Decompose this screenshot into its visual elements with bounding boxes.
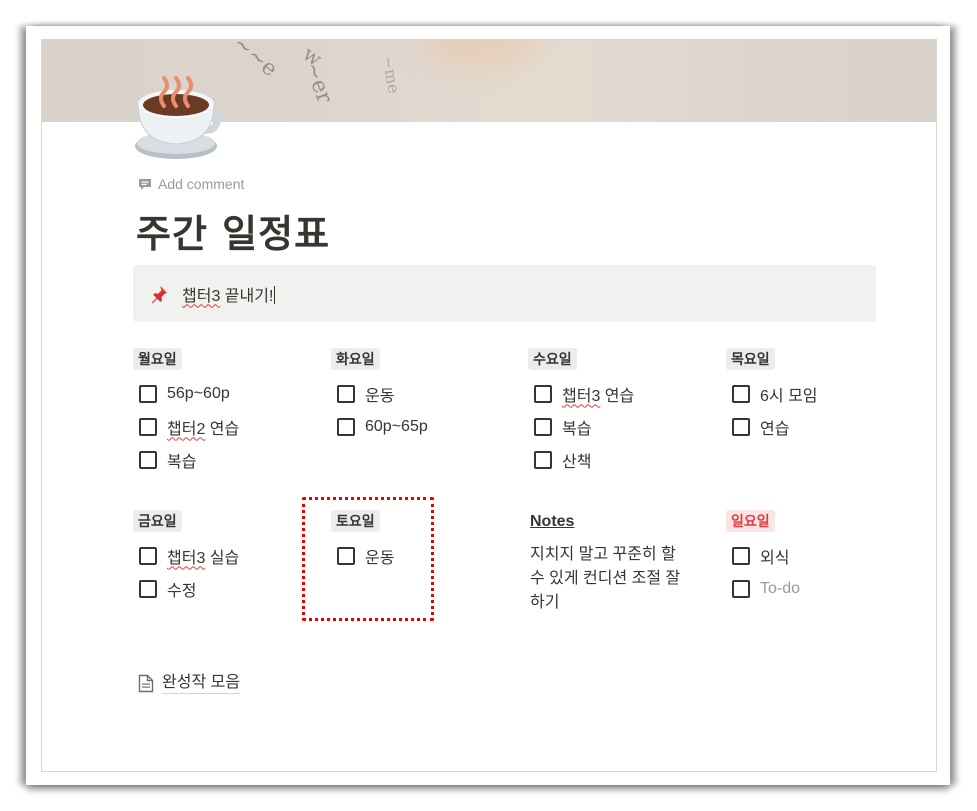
day-column-monday: 월요일 56p~60p 챕터2 연습 복습 xyxy=(133,348,313,476)
todo-label[interactable]: 챕터2 연습 xyxy=(167,415,239,439)
page-title[interactable]: 주간 일정표 xyxy=(136,203,330,258)
todo-label[interactable]: 56p~60p xyxy=(167,385,230,403)
notion-page: ~~e w ~er ~me Add comment 주간 일정표 챕터3 끝내기… xyxy=(41,39,937,772)
day-label-wednesday[interactable]: 수요일 xyxy=(528,348,577,370)
todo-label[interactable]: 외식 xyxy=(760,544,789,568)
todo-checkbox[interactable] xyxy=(534,417,552,436)
todo-item[interactable]: 외식 xyxy=(726,539,906,572)
callout-block[interactable]: 챕터3 끝내기! xyxy=(133,265,876,322)
day-column-sunday: 일요일 외식 To-do xyxy=(726,510,906,605)
callout-text[interactable]: 챕터3 끝내기! xyxy=(182,282,276,306)
notes-column: Notes 지치지 말고 꾸준히 할 수 있게 컨디션 조절 잘하기 xyxy=(530,511,710,615)
todo-item[interactable]: 60p~65p xyxy=(331,410,511,443)
text-cursor xyxy=(274,285,276,304)
day-label-friday[interactable]: 금요일 xyxy=(133,510,182,532)
cover-scribble: ~~e xyxy=(227,40,283,83)
todo-item[interactable]: 수정 xyxy=(133,572,313,605)
add-comment-button[interactable]: Add comment xyxy=(138,174,244,194)
cover-scribble: ~me xyxy=(378,54,404,95)
day-column-friday: 금요일 챕터3 실습 수정 xyxy=(133,510,313,605)
coffee-cup-icon[interactable] xyxy=(134,76,224,162)
subpage-label[interactable]: 완성작 모음 xyxy=(162,673,241,694)
todo-label[interactable]: 60p~65p xyxy=(365,418,428,436)
todo-item[interactable]: 산책 xyxy=(528,443,708,476)
day-label-sunday[interactable]: 일요일 xyxy=(726,510,775,532)
todo-label[interactable]: 수정 xyxy=(167,577,196,601)
todo-item[interactable]: To-do xyxy=(726,572,906,605)
cover-scribble: ~er xyxy=(299,58,337,107)
add-comment-label: Add comment xyxy=(158,176,245,192)
notes-heading[interactable]: Notes xyxy=(530,511,710,533)
todo-checkbox[interactable] xyxy=(139,546,157,565)
todo-checkbox[interactable] xyxy=(139,579,157,598)
day-label-tuesday[interactable]: 화요일 xyxy=(331,348,380,370)
day-column-tuesday: 화요일 운동 60p~65p xyxy=(331,348,511,443)
todo-label[interactable]: 복습 xyxy=(562,415,591,439)
todo-checkbox[interactable] xyxy=(139,450,157,469)
todo-item[interactable]: 챕터2 연습 xyxy=(133,410,313,443)
todo-placeholder[interactable]: To-do xyxy=(760,580,800,598)
todo-item[interactable]: 6시 모임 xyxy=(726,377,906,410)
todo-checkbox[interactable] xyxy=(732,579,750,598)
todo-checkbox[interactable] xyxy=(732,546,750,565)
todo-checkbox[interactable] xyxy=(534,384,552,403)
todo-item[interactable]: 복습 xyxy=(133,443,313,476)
todo-item[interactable]: 챕터3 연습 xyxy=(528,377,708,410)
todo-item[interactable]: 56p~60p xyxy=(133,377,313,410)
todo-label[interactable]: 복습 xyxy=(167,448,196,472)
todo-label[interactable]: 운동 xyxy=(365,382,394,406)
todo-label[interactable]: 챕터3 실습 xyxy=(167,544,239,568)
todo-label[interactable]: 산책 xyxy=(562,448,591,472)
todo-item[interactable]: 운동 xyxy=(331,377,511,410)
cover-blur xyxy=(422,40,542,70)
todo-item[interactable]: 챕터3 실습 xyxy=(133,539,313,572)
todo-checkbox[interactable] xyxy=(139,384,157,403)
todo-label[interactable]: 챕터3 연습 xyxy=(562,382,634,406)
todo-item[interactable]: 연습 xyxy=(726,410,906,443)
callout-text-rest: 끝내기! xyxy=(220,287,274,305)
todo-label[interactable]: 연습 xyxy=(760,415,789,439)
day-label-thursday[interactable]: 목요일 xyxy=(726,348,775,370)
todo-checkbox[interactable] xyxy=(732,384,750,403)
todo-checkbox[interactable] xyxy=(534,450,552,469)
day-label-monday[interactable]: 월요일 xyxy=(133,348,182,370)
todo-checkbox[interactable] xyxy=(337,417,355,436)
todo-checkbox[interactable] xyxy=(337,384,355,403)
comment-icon xyxy=(139,179,151,190)
notes-body[interactable]: 지치지 말고 꾸준히 할 수 있게 컨디션 조절 잘하기 xyxy=(530,543,690,615)
callout-text-word: 챕터3 xyxy=(182,287,221,305)
todo-checkbox[interactable] xyxy=(139,417,157,436)
pushpin-icon[interactable] xyxy=(149,284,169,304)
subpage-link[interactable]: 완성작 모음 xyxy=(138,673,241,694)
day-column-wednesday: 수요일 챕터3 연습 복습 산책 xyxy=(528,348,708,476)
todo-checkbox[interactable] xyxy=(732,417,750,436)
page-icon xyxy=(138,674,154,693)
todo-item[interactable]: 복습 xyxy=(528,410,708,443)
day-column-thursday: 목요일 6시 모임 연습 xyxy=(726,348,906,443)
todo-label[interactable]: 6시 모임 xyxy=(760,382,818,406)
highlight-annotation xyxy=(302,497,434,621)
